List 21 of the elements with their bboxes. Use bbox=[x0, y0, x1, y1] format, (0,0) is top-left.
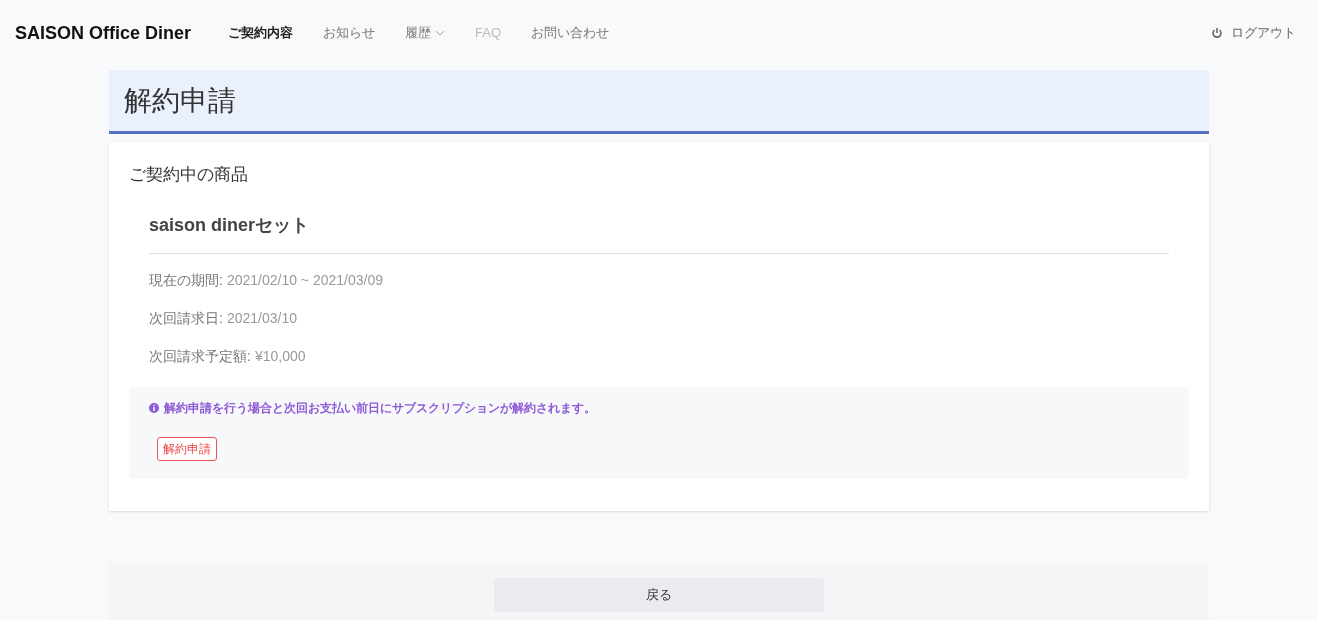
brand-logo[interactable]: SAISON Office Diner bbox=[15, 19, 192, 47]
cancel-request-button[interactable]: 解約申請 bbox=[157, 436, 217, 461]
nav-link[interactable]: お問い合わせ bbox=[516, 23, 625, 43]
nav-link[interactable]: お知らせ bbox=[308, 23, 391, 43]
info-icon bbox=[149, 402, 159, 413]
back-button[interactable]: 戻る bbox=[494, 577, 824, 612]
detail-value: 2021/02/10 ~ 2021/03/09 bbox=[226, 270, 383, 290]
nav-link[interactable]: ご契約内容 bbox=[213, 23, 309, 43]
page-title: 解約申請 bbox=[124, 83, 236, 118]
product-name: saison dinerセット bbox=[149, 211, 1169, 254]
detail-label: 次回請求予定額: bbox=[149, 346, 251, 366]
logout-button[interactable]: ログアウト bbox=[1211, 23, 1296, 43]
notice-text: 解約申請を行う場合と次回お支払い前日にサブスクリプションが解約されます。 bbox=[164, 399, 596, 417]
detail-value: ¥10,000 bbox=[254, 346, 306, 366]
detail-label: 現在の期間: bbox=[149, 270, 223, 290]
detail-value: 2021/03/10 bbox=[226, 308, 297, 328]
caret-icon bbox=[435, 30, 446, 36]
detail-label: 次回請求日: bbox=[149, 308, 223, 328]
section-heading: ご契約中の商品 bbox=[129, 164, 249, 186]
power-icon bbox=[1211, 27, 1223, 39]
nav-link[interactable]: 履歴 bbox=[390, 23, 461, 43]
